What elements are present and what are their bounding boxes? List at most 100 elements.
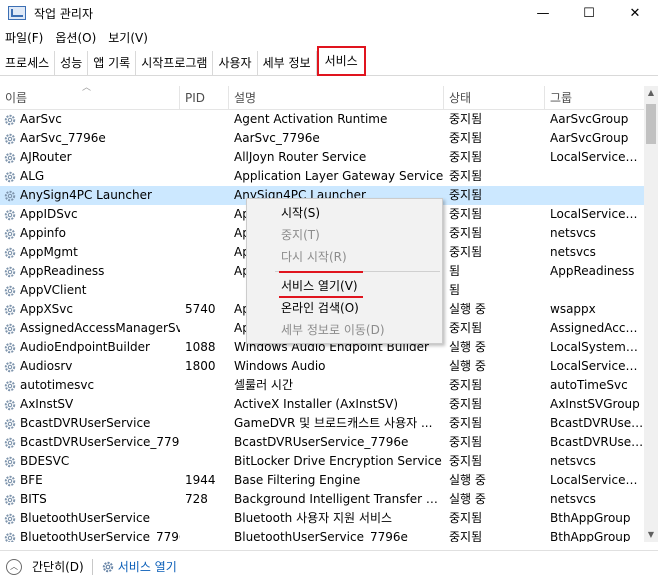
column-description[interactable]: 설명: [229, 86, 444, 110]
tab-services[interactable]: 서비스: [316, 46, 366, 76]
service-pid: [180, 110, 229, 129]
service-name: AppXSvc: [20, 302, 73, 316]
service-name-cell: BDESVC: [0, 452, 180, 471]
table-row[interactable]: BcastDVRUserService_7796e BcastDVRUserSer…: [0, 433, 644, 452]
table-row[interactable]: Audiosrv 1800 Windows Audio 실행 중 LocalServic…: [0, 357, 644, 376]
service-group: AssignedAcce...: [550, 321, 644, 335]
open-services-link[interactable]: 서비스 열기: [101, 558, 177, 575]
service-group: [545, 167, 644, 186]
service-pid: [180, 186, 229, 205]
table-row[interactable]: AarSvc_7796e AarSvc_7796e 중지됨 AarSvcGroup: [0, 129, 644, 148]
service-group: wsappx: [550, 302, 596, 316]
menu-file[interactable]: 파일(F): [0, 28, 50, 48]
fewer-details-button[interactable]: ︿ 간단히(D): [6, 558, 84, 575]
service-name: Audiosrv: [20, 359, 73, 373]
service-name: AppIDSvc: [20, 207, 78, 221]
menu-item-search-online[interactable]: 온라인 검색(O): [281, 299, 359, 317]
service-name-cell: BluetoothUserService_7796e: [0, 528, 180, 542]
menu-item-open-services[interactable]: 서비스 열기(V): [281, 277, 358, 295]
table-row[interactable]: AarSvc Agent Activation Runtime 중지됨 AarSvcG…: [0, 110, 644, 129]
footer-bar: ︿ 간단히(D) 서비스 열기: [0, 550, 658, 582]
maximize-button[interactable]: ☐: [566, 0, 612, 26]
service-gear-icon: [4, 323, 16, 334]
service-group: [545, 186, 644, 205]
service-group: BthAppGroup: [550, 511, 631, 525]
service-group: LocalServiceN...: [550, 150, 644, 164]
service-name-cell: AppReadiness: [0, 262, 180, 281]
table-row[interactable]: AJRouter AllJoyn Router Service 중지됨 LocalSe…: [0, 148, 644, 167]
table-row[interactable]: BluetoothUserService_7796e BluetoothUserS…: [0, 528, 644, 542]
service-state: 중지됨: [449, 150, 483, 164]
service-state: 중지됨: [449, 511, 483, 525]
service-description: ActiveX Installer (AxInstSV): [234, 397, 399, 411]
tab-startup[interactable]: 시작프로그램: [136, 51, 214, 75]
service-gear-icon: [4, 494, 16, 505]
column-name[interactable]: ︿ 이름: [0, 83, 180, 110]
tab-details[interactable]: 세부 정보: [258, 51, 317, 75]
service-group: AarSvcGroup: [550, 112, 629, 126]
column-state[interactable]: 상태: [444, 86, 545, 110]
column-pid[interactable]: PID: [180, 86, 229, 110]
service-gear-icon: [4, 152, 16, 163]
menu-item-start[interactable]: 시작(S): [281, 204, 320, 222]
service-name-cell: BcastDVRUserService_7796e: [0, 433, 180, 452]
service-description: AarSvc_7796e: [234, 131, 320, 145]
service-name: BluetoothUserService_7796e: [20, 530, 180, 542]
service-gear-icon: [4, 114, 16, 125]
service-pid: [180, 281, 229, 300]
close-button[interactable]: ✕: [612, 0, 658, 26]
service-group: netsvcs: [550, 492, 596, 506]
service-group: AxInstSVGroup: [550, 397, 640, 411]
service-name: BluetoothUserService: [20, 511, 150, 525]
service-gear-icon: [4, 532, 16, 542]
column-group[interactable]: 그룹: [545, 86, 644, 110]
table-row[interactable]: BluetoothUserService Bluetooth 사용자 지원 서비스…: [0, 509, 644, 528]
menu-view[interactable]: 보기(V): [103, 28, 155, 48]
table-row[interactable]: autotimesvc 셀룰러 시간 중지됨 autoTimeSvc: [0, 376, 644, 395]
title-bar: 작업 관리자 — ☐ ✕: [0, 0, 658, 26]
services-gear-icon: [102, 561, 113, 572]
service-group: AarSvcGroup: [550, 131, 629, 145]
service-name-cell: AudioEndpointBuilder: [0, 338, 180, 357]
menu-options[interactable]: 옵션(O): [50, 28, 103, 48]
service-name: AppVClient: [20, 283, 87, 297]
service-name-cell: BITS: [0, 490, 180, 509]
service-name: AJRouter: [20, 150, 72, 164]
service-pid: [180, 262, 229, 281]
scroll-down-icon[interactable]: ▼: [644, 528, 658, 542]
service-name: AnySign4PC Launcher: [20, 188, 152, 202]
service-state: 실행 중: [449, 473, 486, 487]
table-row[interactable]: AxInstSV ActiveX Installer (AxInstSV) 중지됨 A…: [0, 395, 644, 414]
tab-performance[interactable]: 성능: [55, 51, 89, 75]
tab-processes[interactable]: 프로세스: [0, 51, 56, 75]
menu-item-go-to-details[interactable]: 세부 정보로 이동(D): [281, 321, 385, 339]
menu-item-restart[interactable]: 다시 시작(R): [281, 248, 347, 266]
service-name-cell: BluetoothUserService: [0, 509, 180, 528]
column-name-label: 이름: [5, 91, 28, 105]
service-name: ALG: [20, 169, 45, 183]
vertical-scrollbar[interactable]: ▲ ▼: [644, 86, 658, 542]
service-name-cell: autotimesvc: [0, 376, 180, 395]
open-services-label: 서비스 열기: [117, 560, 177, 574]
service-name-cell: AppVClient: [0, 281, 180, 300]
service-group: BcastDVRUser...: [550, 435, 644, 449]
service-gear-icon: [4, 380, 16, 391]
menu-item-stop[interactable]: 중지(T): [281, 226, 320, 244]
service-name-cell: Appinfo: [0, 224, 180, 243]
service-name-cell: AssignedAccessManagerSvc: [0, 319, 180, 338]
table-row[interactable]: BFE 1944 Base Filtering Engine 실행 중 LocalSer…: [0, 471, 644, 490]
table-row[interactable]: BcastDVRUserService GameDVR 및 브로드캐스트 사용자 …: [0, 414, 644, 433]
scrollbar-thumb[interactable]: [646, 104, 656, 144]
table-row[interactable]: ALG Application Layer Gateway Service 중지됨: [0, 167, 644, 186]
service-description: Bluetooth 사용자 지원 서비스: [234, 511, 393, 525]
table-row[interactable]: BITS 728 Background Intelligent Transfer S…: [0, 490, 644, 509]
tab-users[interactable]: 사용자: [213, 51, 258, 75]
service-group: netsvcs: [550, 245, 596, 259]
table-row[interactable]: BDESVC BitLocker Drive Encryption Service…: [0, 452, 644, 471]
highlight-underline-top: [279, 271, 363, 273]
window-controls: — ☐ ✕: [520, 0, 658, 26]
minimize-button[interactable]: —: [520, 0, 566, 26]
scroll-up-icon[interactable]: ▲: [644, 86, 658, 100]
tab-app-history[interactable]: 앱 기록: [88, 51, 137, 75]
service-name: AppMgmt: [20, 245, 78, 259]
